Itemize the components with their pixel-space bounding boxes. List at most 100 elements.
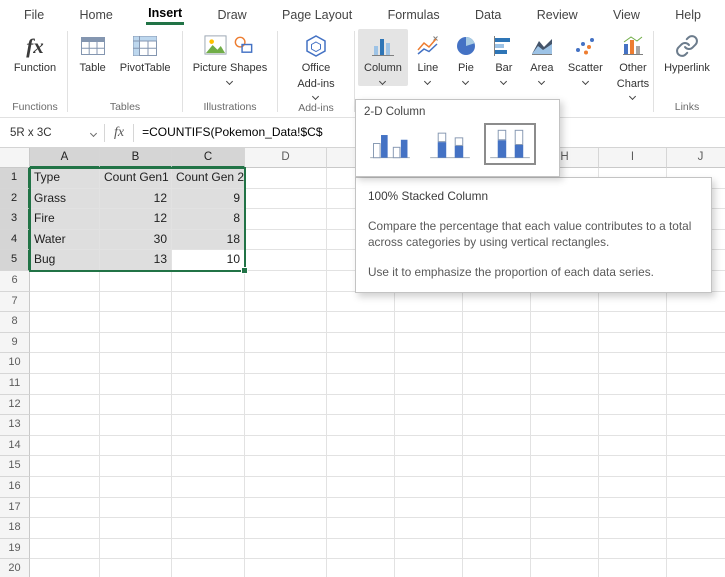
cell-D19[interactable]: [245, 539, 327, 560]
cell-D15[interactable]: [245, 456, 327, 477]
other-charts-button[interactable]: Other Charts: [611, 29, 655, 101]
cell-A6[interactable]: [30, 271, 100, 292]
cell-I13[interactable]: [599, 415, 667, 436]
cell-B2[interactable]: 12: [100, 189, 172, 210]
cell-F7[interactable]: [395, 292, 463, 313]
cell-C3[interactable]: 8: [172, 209, 245, 230]
row-header-6[interactable]: 6: [0, 271, 30, 292]
cell-F19[interactable]: [395, 539, 463, 560]
cell-I11[interactable]: [599, 374, 667, 395]
cell-J17[interactable]: [667, 498, 725, 519]
fx-icon[interactable]: fx: [105, 125, 133, 141]
row-header-1[interactable]: 1: [0, 168, 30, 189]
cell-B16[interactable]: [100, 477, 172, 498]
row-header-11[interactable]: 11: [0, 374, 30, 395]
cell-I19[interactable]: [599, 539, 667, 560]
cell-C19[interactable]: [172, 539, 245, 560]
cell-E12[interactable]: [327, 395, 395, 416]
cell-B13[interactable]: [100, 415, 172, 436]
column-chart-button[interactable]: Column: [358, 29, 408, 86]
cell-F17[interactable]: [395, 498, 463, 519]
cell-A16[interactable]: [30, 477, 100, 498]
row-header-7[interactable]: 7: [0, 292, 30, 313]
row-header-2[interactable]: 2: [0, 189, 30, 210]
cell-C2[interactable]: 9: [172, 189, 245, 210]
cell-B15[interactable]: [100, 456, 172, 477]
cell-C6[interactable]: [172, 271, 245, 292]
menu-tab-data[interactable]: Data: [473, 3, 503, 24]
cell-F10[interactable]: [395, 353, 463, 374]
cell-I12[interactable]: [599, 395, 667, 416]
column-header-A[interactable]: A: [30, 148, 100, 168]
cell-H13[interactable]: [531, 415, 599, 436]
cell-E7[interactable]: [327, 292, 395, 313]
cell-G17[interactable]: [463, 498, 531, 519]
cell-E9[interactable]: [327, 333, 395, 354]
cell-D13[interactable]: [245, 415, 327, 436]
column-header-C[interactable]: C: [172, 148, 245, 168]
cell-H17[interactable]: [531, 498, 599, 519]
cell-H7[interactable]: [531, 292, 599, 313]
cell-B14[interactable]: [100, 436, 172, 457]
cell-B3[interactable]: 12: [100, 209, 172, 230]
menu-tab-review[interactable]: Review: [535, 3, 580, 24]
cell-C20[interactable]: [172, 559, 245, 577]
option-100-stacked-column[interactable]: [484, 123, 536, 165]
cell-B6[interactable]: [100, 271, 172, 292]
cell-E8[interactable]: [327, 312, 395, 333]
cell-B7[interactable]: [100, 292, 172, 313]
cell-G11[interactable]: [463, 374, 531, 395]
cell-E16[interactable]: [327, 477, 395, 498]
cell-J10[interactable]: [667, 353, 725, 374]
cell-J11[interactable]: [667, 374, 725, 395]
cell-A1[interactable]: Type: [30, 168, 100, 189]
cell-C9[interactable]: [172, 333, 245, 354]
cell-I8[interactable]: [599, 312, 667, 333]
cell-A10[interactable]: [30, 353, 100, 374]
row-header-4[interactable]: 4: [0, 230, 30, 251]
cell-I9[interactable]: [599, 333, 667, 354]
cell-A2[interactable]: Grass: [30, 189, 100, 210]
menu-tab-help[interactable]: Help: [673, 3, 703, 24]
cell-G16[interactable]: [463, 477, 531, 498]
cell-B1[interactable]: Count Gen1: [100, 168, 172, 189]
cell-E19[interactable]: [327, 539, 395, 560]
cell-H19[interactable]: [531, 539, 599, 560]
cell-J7[interactable]: [667, 292, 725, 313]
cell-C4[interactable]: 18: [172, 230, 245, 251]
cell-G12[interactable]: [463, 395, 531, 416]
cell-D14[interactable]: [245, 436, 327, 457]
cell-J8[interactable]: [667, 312, 725, 333]
scatter-chart-button[interactable]: Scatter: [562, 29, 609, 86]
cell-J9[interactable]: [667, 333, 725, 354]
cell-A5[interactable]: Bug: [30, 250, 100, 271]
cell-I7[interactable]: [599, 292, 667, 313]
cell-E17[interactable]: [327, 498, 395, 519]
cell-A20[interactable]: [30, 559, 100, 577]
cell-F15[interactable]: [395, 456, 463, 477]
cell-C13[interactable]: [172, 415, 245, 436]
cell-D9[interactable]: [245, 333, 327, 354]
cell-D1[interactable]: [245, 168, 327, 189]
column-header-D[interactable]: D: [245, 148, 327, 168]
option-stacked-column[interactable]: [424, 123, 476, 165]
area-chart-button[interactable]: Area: [524, 29, 560, 86]
cell-A13[interactable]: [30, 415, 100, 436]
cell-A15[interactable]: [30, 456, 100, 477]
cell-D17[interactable]: [245, 498, 327, 519]
cell-D7[interactable]: [245, 292, 327, 313]
column-header-B[interactable]: B: [100, 148, 172, 168]
cell-C16[interactable]: [172, 477, 245, 498]
cell-A19[interactable]: [30, 539, 100, 560]
row-header-15[interactable]: 15: [0, 456, 30, 477]
cell-F13[interactable]: [395, 415, 463, 436]
cell-J14[interactable]: [667, 436, 725, 457]
row-header-3[interactable]: 3: [0, 209, 30, 230]
cell-C17[interactable]: [172, 498, 245, 519]
cell-A3[interactable]: Fire: [30, 209, 100, 230]
cell-F20[interactable]: [395, 559, 463, 577]
column-header-J[interactable]: J: [667, 148, 725, 168]
table-button[interactable]: Table: [73, 29, 111, 77]
office-addins-button[interactable]: Office Add-ins: [291, 29, 340, 101]
cell-A17[interactable]: [30, 498, 100, 519]
